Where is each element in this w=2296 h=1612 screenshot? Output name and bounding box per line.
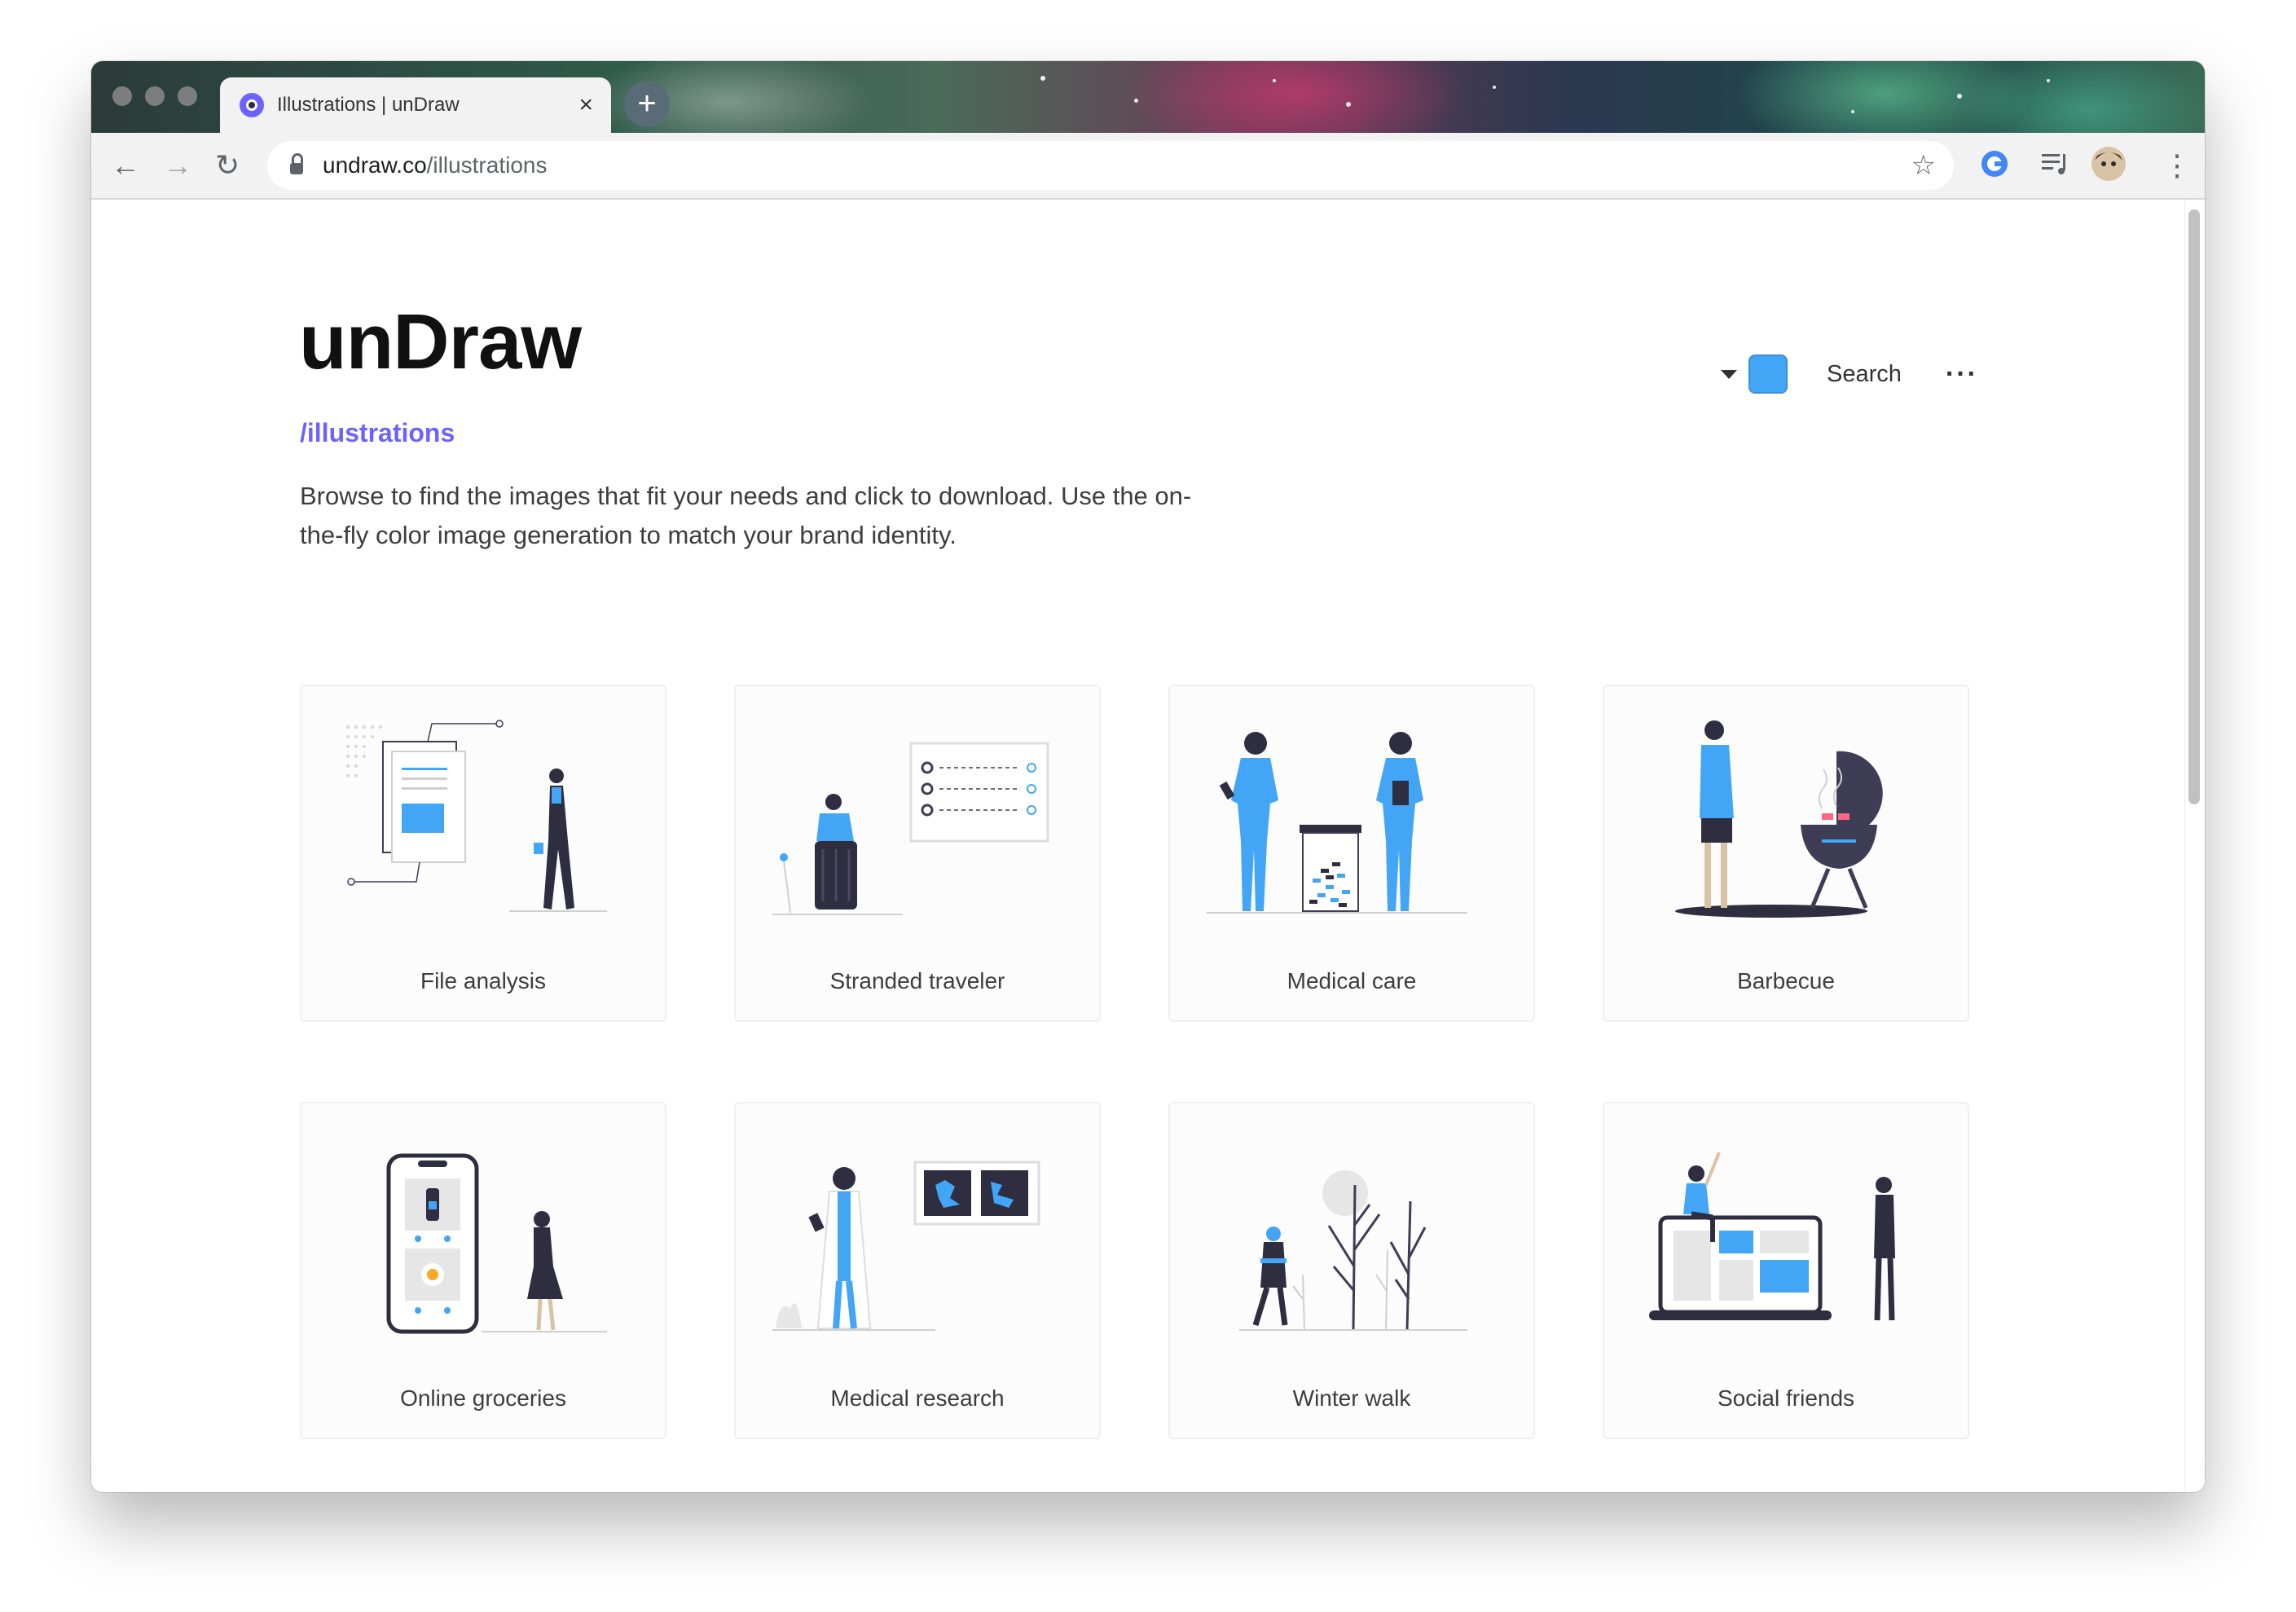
illustration-title: File analysis xyxy=(420,968,547,993)
url-text: undraw.co/illustrations xyxy=(323,152,547,178)
color-picker-swatch[interactable] xyxy=(1748,355,1788,394)
page-content: unDraw /illustrations Browse to find the… xyxy=(91,200,2185,1492)
site-logo[interactable]: unDraw xyxy=(299,297,582,387)
back-icon[interactable]: ← xyxy=(111,149,140,182)
illustration-card[interactable]: Winter walk xyxy=(1168,1102,1535,1439)
new-tab-button[interactable]: + xyxy=(624,81,670,127)
illustration-card[interactable]: File analysis xyxy=(300,685,666,1022)
lock-icon xyxy=(290,153,303,174)
illustration-card[interactable]: Online groceries xyxy=(300,1102,666,1439)
page-description: Browse to find the images that fit your … xyxy=(300,482,1192,549)
undraw-favicon-icon xyxy=(240,93,264,117)
url-domain: undraw.co xyxy=(323,152,427,178)
browser-toolbar: ← → ↻ undraw.co/illustrations ☆ ⋮ xyxy=(91,133,2205,200)
window-maximize-button[interactable] xyxy=(178,86,197,106)
illustration-title: Winter walk xyxy=(1292,1385,1411,1411)
tab-title: Illustrations | unDraw xyxy=(277,94,460,116)
tab-illustrations[interactable]: Illustrations | unDraw × xyxy=(220,77,611,133)
file-analysis-illustration xyxy=(346,720,607,912)
illustration-title: Online groceries xyxy=(400,1385,566,1411)
medical-care-illustration xyxy=(1207,732,1467,914)
more-options-button[interactable]: ··· xyxy=(1946,359,1978,390)
stranded-traveler-illustration xyxy=(772,742,1049,915)
chevron-down-icon[interactable] xyxy=(1721,369,1737,379)
illustration-card[interactable]: Stranded traveler xyxy=(734,685,1101,1022)
forward-icon[interactable]: → xyxy=(163,149,192,182)
medical-research-illustration xyxy=(772,1161,1040,1331)
illustration-title: Medical care xyxy=(1287,968,1417,993)
illustration-card[interactable]: Medical care xyxy=(1168,685,1535,1022)
profile-avatar[interactable] xyxy=(2091,146,2127,182)
illustration-title: Social friends xyxy=(1717,1385,1855,1411)
browser-window: Illustrations | unDraw × + ← → ↻ undraw.… xyxy=(91,61,2205,1492)
search-button[interactable]: Search xyxy=(1827,361,1902,388)
page-subtitle[interactable]: /illustrations xyxy=(300,418,455,448)
playlist-icon[interactable] xyxy=(2039,148,2071,180)
close-icon[interactable]: × xyxy=(578,91,593,119)
scrollbar-thumb[interactable] xyxy=(2188,209,2200,804)
illustration-card[interactable]: Medical research xyxy=(734,1102,1101,1439)
header-controls: Search ··· xyxy=(1721,355,1978,394)
extension-icon[interactable] xyxy=(1978,148,2011,180)
browser-menu-icon[interactable]: ⋮ xyxy=(2162,149,2192,182)
barbecue-illustration xyxy=(1675,720,1883,918)
online-groceries-illustration xyxy=(386,1153,607,1334)
address-bar[interactable]: undraw.co/illustrations ☆ xyxy=(267,141,1954,190)
illustration-title: Medical research xyxy=(830,1385,1005,1411)
illustration-title: Stranded traveler xyxy=(829,968,1005,993)
window-minimize-button[interactable] xyxy=(145,86,165,106)
illustration-card[interactable]: Social friends xyxy=(1603,1102,1969,1439)
illustration-card[interactable]: Barbecue xyxy=(1603,685,1969,1022)
reload-icon[interactable]: ↻ xyxy=(215,149,240,182)
winter-walk-illustration xyxy=(1239,1170,1467,1331)
tab-bar: Illustrations | unDraw × + xyxy=(91,61,2205,133)
url-path: /illustrations xyxy=(426,152,548,178)
social-friends-illustration xyxy=(1649,1152,1895,1321)
bookmark-star-icon[interactable]: ☆ xyxy=(1911,149,1936,182)
illustration-title: Barbecue xyxy=(1737,968,1835,993)
window-close-button[interactable] xyxy=(112,86,132,106)
